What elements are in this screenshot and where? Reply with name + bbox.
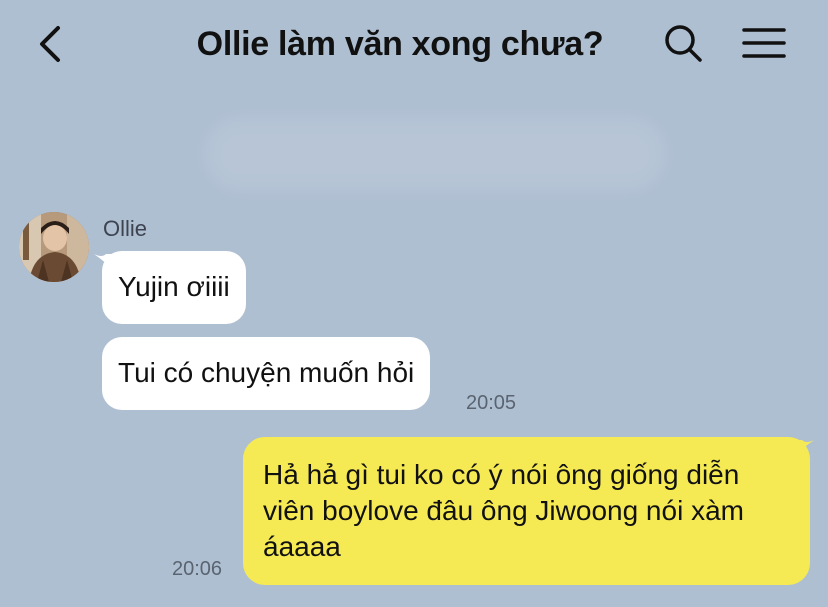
back-button[interactable]: [34, 22, 74, 66]
search-button[interactable]: [662, 22, 706, 66]
incoming-message-bubble[interactable]: Yujin ơiiii: [102, 251, 246, 324]
message-text: Tui có chuyện muốn hỏi: [118, 357, 415, 388]
search-icon: [665, 25, 702, 62]
avatar-image: [19, 212, 89, 282]
message-text: Hả hả gì tui ko có ý nói ông giống diễn …: [263, 459, 744, 562]
chat-screen: Ollie làm văn xong chưa? Ollie Yujin ơii…: [0, 0, 828, 607]
message-timestamp: 20:05: [466, 392, 517, 414]
blurred-notice: [205, 118, 665, 190]
avatar[interactable]: [19, 212, 89, 282]
chevron-left-icon: [40, 26, 60, 62]
chat-title: Ollie làm văn xong chưa?: [196, 25, 604, 63]
chat-header: Ollie làm văn xong chưa?: [0, 0, 828, 88]
outgoing-message-bubble[interactable]: Hả hả gì tui ko có ý nói ông giống diễn …: [243, 437, 810, 585]
incoming-message-bubble[interactable]: Tui có chuyện muốn hỏi: [102, 337, 431, 410]
message-timestamp: 20:06: [172, 558, 223, 580]
message-text: Yujin ơiiii: [118, 271, 230, 302]
sender-name: Ollie: [103, 216, 148, 241]
hamburger-menu-icon: [742, 28, 786, 58]
menu-button[interactable]: [740, 24, 788, 64]
